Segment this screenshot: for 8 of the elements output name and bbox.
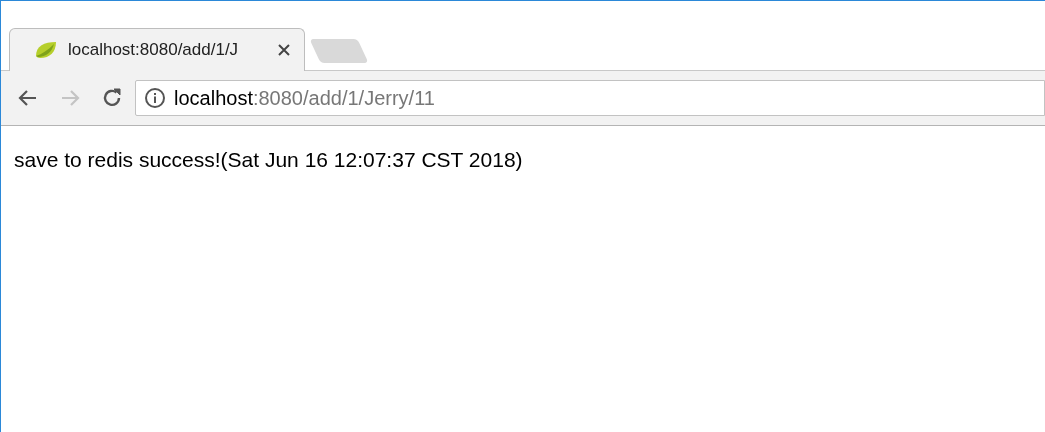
info-icon[interactable] bbox=[144, 87, 166, 109]
url-text: localhost:8080/add/1/Jerry/11 bbox=[174, 86, 435, 111]
close-icon[interactable] bbox=[278, 44, 290, 56]
leaf-icon bbox=[34, 40, 58, 60]
address-bar[interactable]: localhost:8080/add/1/Jerry/11 bbox=[135, 80, 1045, 116]
browser-tab[interactable]: localhost:8080/add/1/J bbox=[9, 28, 305, 71]
tab-title: localhost:8080/add/1/J bbox=[68, 39, 239, 62]
page-text: save to redis success!(Sat Jun 16 12:07:37 CST 2018) bbox=[14, 148, 523, 171]
